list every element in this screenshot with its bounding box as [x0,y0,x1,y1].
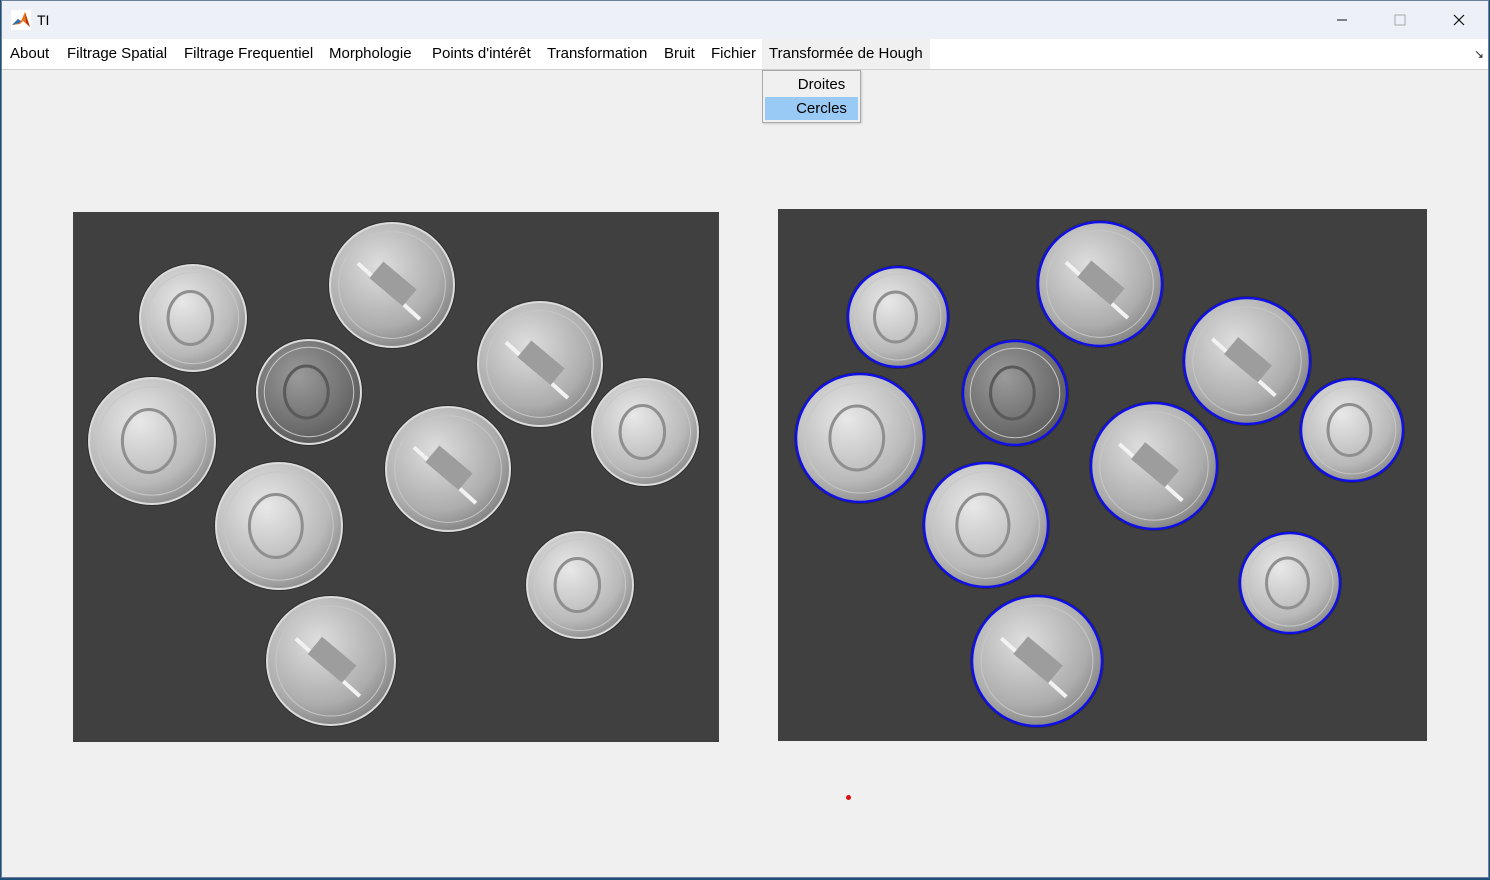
menu-bruit[interactable]: Bruit [657,39,702,69]
maximize-icon [1394,14,1406,26]
original-image-axes [73,212,719,742]
coin-8 [922,461,1050,589]
coin-6 [590,377,700,487]
coin-7 [1089,401,1219,531]
menu-filtrage-frequentiel[interactable]: Filtrage Frequentiel [177,39,320,69]
marker-dot [846,795,851,800]
menu-filtrage-spatial[interactable]: Filtrage Spatial [60,39,174,69]
coin-1 [138,263,248,373]
window-title: TI [37,12,50,28]
coins-image [87,221,700,727]
menu-bar: About Filtrage Spatial Filtrage Frequent… [2,39,1488,70]
coin-2 [328,221,456,349]
menu-fichier[interactable]: Fichier [704,39,763,69]
toolbar-overflow-icon[interactable]: ↘ [1474,47,1484,61]
coin-8 [214,461,344,591]
coin-6 [1299,377,1405,483]
menu-item-cercles[interactable]: Cercles [765,97,858,120]
menu-item-droites[interactable]: Droites [765,73,858,96]
matlab-icon [11,10,31,30]
menu-transformee-de-hough[interactable]: Transformée de Hough [762,39,930,69]
coin-4 [476,300,604,428]
app-window: TI About Filtrage Spatial Filtrage Frequ… [1,0,1489,878]
title-bar[interactable]: TI [2,1,1488,39]
coin-5 [87,376,217,506]
minimize-button[interactable] [1313,1,1371,39]
coins-circles-image [794,220,1405,728]
coin-2 [1036,220,1164,348]
coin-9 [525,530,635,640]
maximize-button[interactable] [1371,1,1429,39]
coin-7 [384,405,512,533]
close-icon [1453,14,1465,26]
coin-10 [265,595,397,727]
coin-10 [970,594,1104,728]
hough-dropdown-menu: Droites Cercles [762,70,861,123]
hough-circles-axes [778,209,1427,741]
coin-9 [1238,531,1342,635]
coin-1 [846,265,950,369]
coin-4 [1182,296,1312,426]
minimize-icon [1337,19,1347,21]
coin-3 [961,339,1069,447]
coin-3 [255,338,363,446]
menu-transformation[interactable]: Transformation [540,39,654,69]
menu-points-interet[interactable]: Points d'intérêt [425,39,538,69]
close-button[interactable] [1430,1,1488,39]
menu-about[interactable]: About [3,39,56,69]
menu-morphologie[interactable]: Morphologie [322,39,419,69]
coin-5 [794,372,926,504]
